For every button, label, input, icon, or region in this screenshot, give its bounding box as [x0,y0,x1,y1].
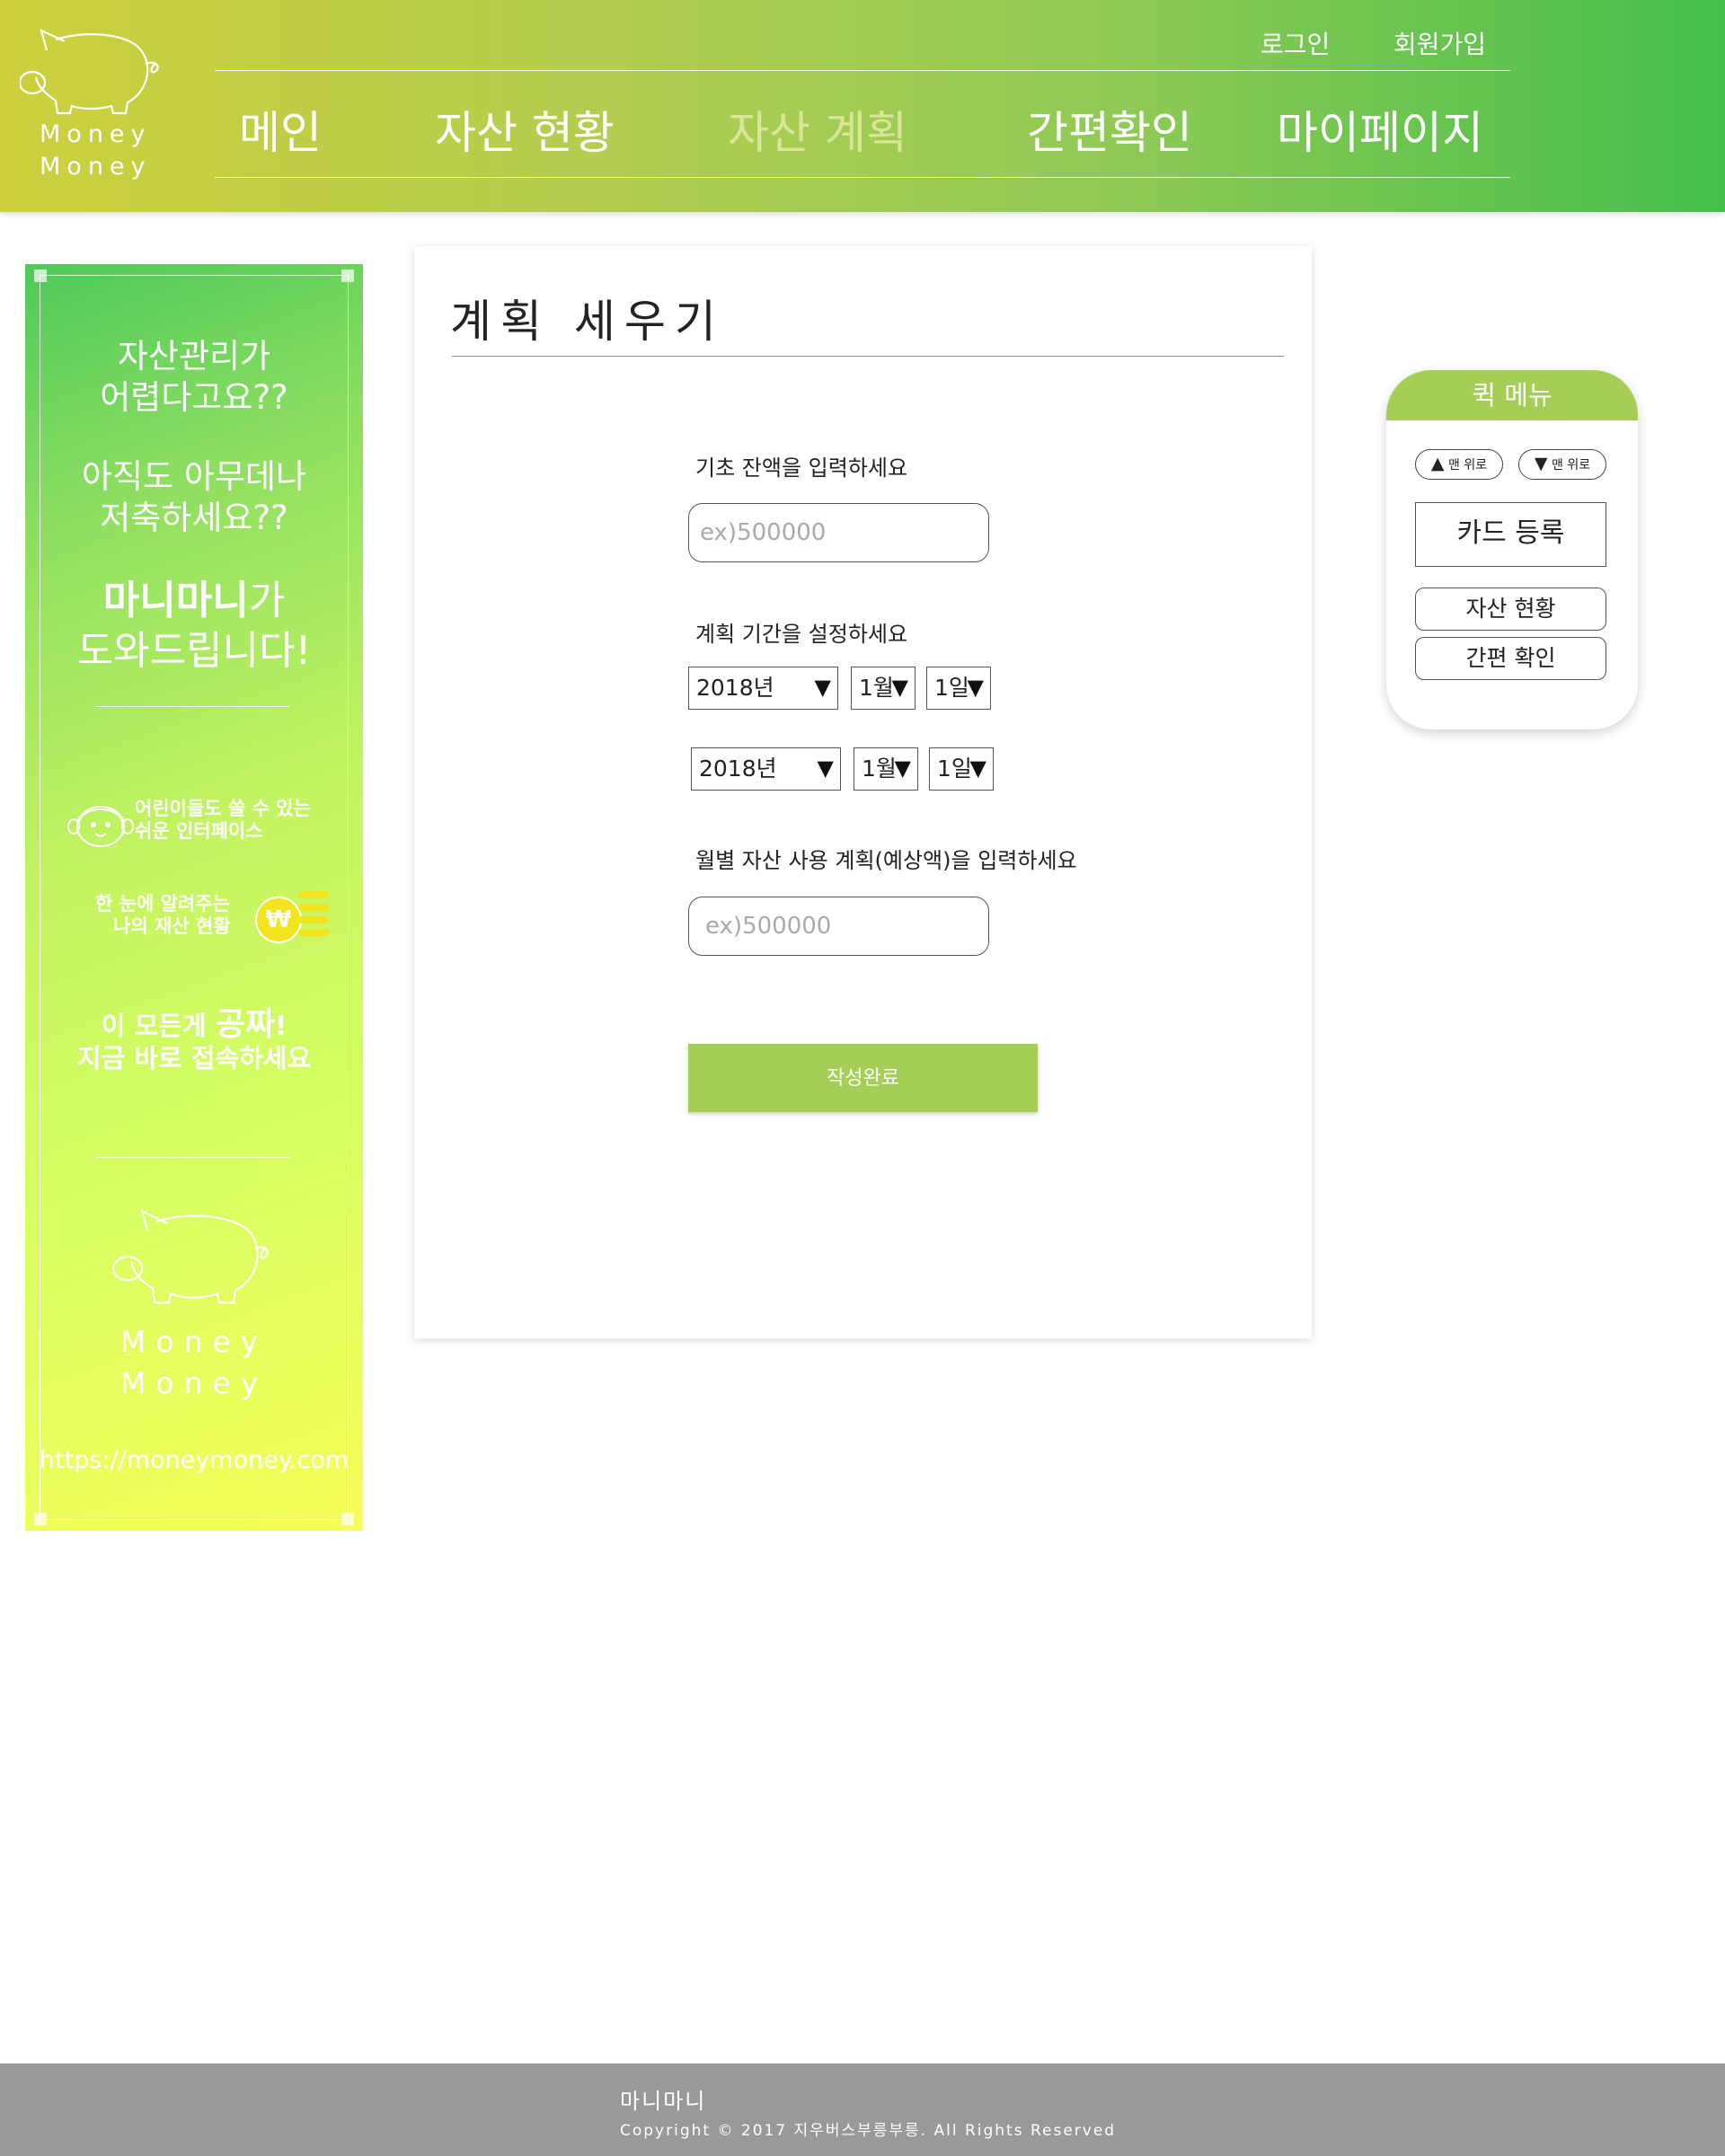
asset-status-button[interactable]: 자산 현황 [1415,588,1606,631]
piggy-bank-icon [20,29,159,115]
banner-text-line4: 저축하세요?? [100,499,288,537]
end-day-value: 1일 [937,755,972,782]
banner-corner [34,1513,47,1525]
free-prefix: 이 모든게 [101,1011,216,1041]
banner-money-line2: Money [119,1365,269,1401]
nav-asset-status[interactable]: 자산 현황 [435,97,615,162]
dropdown-arrow-icon: ▼ [894,755,911,781]
end-year-value: 2018년 [699,755,777,782]
banner-text-line1: 자산관리가 [117,337,271,376]
end-year-select[interactable]: 2018년 ▼ [691,747,841,791]
free-word: 공짜 [215,1006,275,1043]
header-divider-top [215,70,1510,71]
piggy-bank-icon [111,1208,269,1304]
feature1-line1: 어린이들도 쓸 수 있는 [135,798,311,819]
period-label: 계획 기간을 설정하세요 [695,622,908,647]
banner-brand-suffix: 가 [248,578,286,623]
scroll-top-label: 맨 위로 [1447,458,1488,473]
promo-banner[interactable]: 자산관리가 어렵다고요?? 아직도 아무데나 저축하세요?? 마니마니가 도와드… [25,264,363,1531]
banner-corner [341,1513,354,1525]
submit-button[interactable]: 작성완료 [688,1044,1038,1112]
login-link[interactable]: 로그인 [1261,25,1330,61]
feature2-line1: 한 눈에 알려주는 [95,893,230,915]
end-month-value: 1월 [862,755,897,782]
start-day-value: 1일 [934,675,969,701]
page-title: 계획 세우기 [450,296,725,348]
site-header: Money Money 로그인 회원가입 메인 자산 현황 자산 계획 간편확인… [0,0,1725,212]
site-footer: 마니마니 Copyright © 2017 지우버스부릉부릉. All Righ… [0,2063,1725,2156]
banner-free-line2: 지금 바로 접속하세요 [76,1043,312,1074]
quick-check-button[interactable]: 간편 확인 [1415,637,1606,680]
nav-quick-check[interactable]: 간편확인 [1027,97,1192,162]
nav-asset-plan[interactable]: 자산 계획 [728,97,907,162]
banner-divider [95,706,289,707]
quick-menu-title: 퀵 메뉴 [1386,370,1638,420]
logo[interactable]: Money Money [20,23,164,185]
signup-link[interactable]: 회원가입 [1393,25,1486,61]
banner-brand-line: 마니마니가 [25,577,363,625]
title-divider [452,356,1284,357]
nav-main[interactable]: 메인 [239,97,322,162]
banner-free-line1: 이 모든게 공짜! [25,1008,363,1043]
dropdown-arrow-icon: ▼ [891,675,908,700]
quick-menu: 퀵 메뉴 ▲ 맨 위로 ▼ 맨 위로 카드 등록 자산 현황 간편 확인 [1386,370,1638,729]
scroll-bottom-button[interactable]: ▼ 맨 위로 [1518,449,1606,480]
logo-text-line1: Money [40,120,152,148]
dropdown-arrow-icon: ▼ [969,755,986,781]
scroll-top-button[interactable]: ▲ 맨 위로 [1415,449,1503,480]
start-year-select[interactable]: 2018년 ▼ [688,667,838,710]
banner-text-line3: 아직도 아무데나 [81,457,307,496]
footer-title: 마니마니 [620,2089,707,2114]
balance-label: 기초 잔액을 입력하세요 [695,455,908,481]
triangle-up-icon: ▲ [1430,454,1445,473]
feature1-line2: 쉬운 인터페이스 [135,820,263,842]
card-register-button[interactable]: 카드 등록 [1415,502,1606,567]
banner-text-line6: 도와드립니다! [76,628,312,674]
dropdown-arrow-icon: ▼ [817,755,834,781]
banner-url[interactable]: https://moneymoney.com [25,1446,363,1474]
nav-my-page[interactable]: 마이페이지 [1277,97,1483,162]
start-day-select[interactable]: 1일 ▼ [926,667,991,710]
free-suffix: ! [274,1011,288,1041]
dropdown-arrow-icon: ▼ [814,675,831,700]
coin-lines-icon [279,891,329,943]
start-month-value: 1월 [859,675,894,701]
end-month-select[interactable]: 1월 ▼ [854,747,918,791]
child-face-icon [67,806,134,847]
balance-input[interactable] [688,503,989,562]
end-day-select[interactable]: 1일 ▼ [929,747,994,791]
banner-brand-name: 마니마니 [102,578,249,623]
triangle-down-icon: ▼ [1534,454,1548,473]
header-divider-bottom [215,177,1510,178]
logo-text-line2: Money [40,153,152,181]
plan-form-card: 계획 세우기 기초 잔액을 입력하세요 계획 기간을 설정하세요 2018년 ▼… [414,246,1312,1339]
start-month-select[interactable]: 1월 ▼ [851,667,916,710]
banner-text-line2: 어렵다고요?? [100,378,288,417]
monthly-plan-input[interactable] [688,897,989,956]
start-year-value: 2018년 [696,675,774,701]
banner-money-line1: Money [119,1324,269,1359]
banner-corner [34,270,47,282]
dropdown-arrow-icon: ▼ [967,675,984,700]
banner-divider [95,1157,289,1158]
banner-corner [341,270,354,282]
monthly-plan-label: 월별 자산 사용 계획(예상액)을 입력하세요 [695,848,1077,873]
scroll-bottom-label: 맨 위로 [1551,458,1591,473]
footer-copyright: Copyright © 2017 지우버스부릉부릉. All Rights Re… [620,2122,1117,2140]
feature2-line2: 나의 재산 현황 [113,915,231,937]
